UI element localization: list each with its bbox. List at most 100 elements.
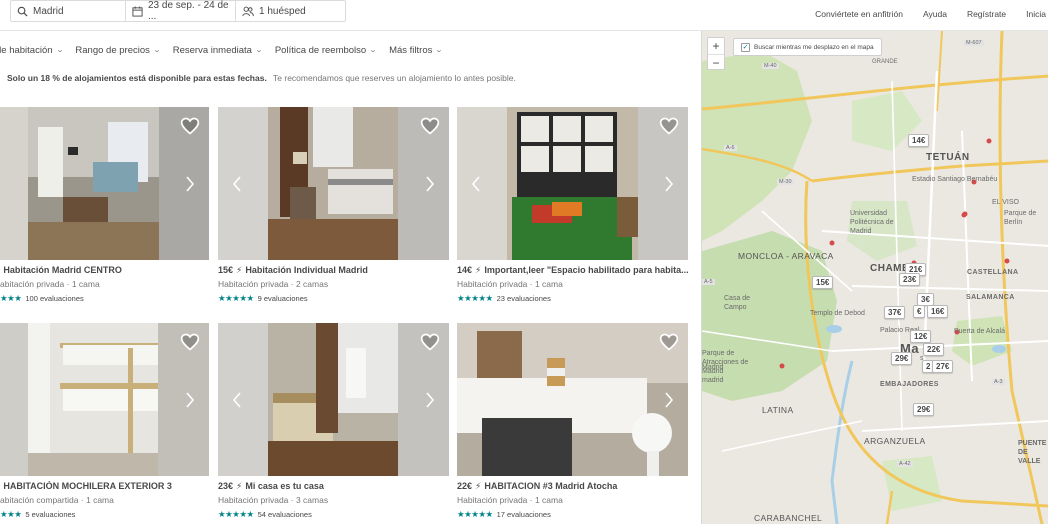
filter-price[interactable]: Rango de precios ⌄	[75, 44, 161, 56]
filter-room-type[interactable]: de habitación ⌄	[0, 44, 64, 56]
chevron-right-icon[interactable]	[183, 392, 197, 408]
map-label: CARABANCHEL	[754, 513, 823, 523]
chevron-right-icon[interactable]	[423, 176, 437, 192]
heart-icon[interactable]	[420, 332, 440, 352]
price-pin[interactable]: 16€	[927, 305, 949, 318]
heart-icon[interactable]	[420, 116, 440, 136]
chevron-right-icon[interactable]	[662, 176, 676, 192]
filter-more[interactable]: Más filtros ⌄	[389, 45, 443, 56]
listing-title[interactable]: ⚡HABITACIÓN MOCHILERA EXTERIOR 3	[0, 481, 209, 492]
listing-photo[interactable]	[457, 107, 688, 260]
dates-field[interactable]: 23 de sep. - 24 de ...	[125, 0, 235, 22]
price-pin[interactable]: 37€	[884, 306, 906, 319]
price-pin[interactable]: 22€	[923, 343, 945, 356]
map-label: ARGANZUELA	[864, 436, 926, 446]
location-field[interactable]: Madrid	[11, 1, 125, 21]
listing-photo-image	[457, 323, 688, 476]
price-pin[interactable]: 14€	[908, 134, 930, 147]
chevron-down-icon: ⌄	[152, 47, 161, 54]
review-count: 54 evaluaciones	[257, 510, 312, 519]
listing-title-text: Habitación Individual Madrid	[245, 265, 368, 275]
filter-instant-book[interactable]: Reserva inmediata ⌄	[173, 45, 264, 56]
checkbox-checked-icon[interactable]: ✓	[741, 42, 750, 52]
map-label: EL VISO	[992, 199, 1019, 206]
chevron-left-icon[interactable]	[230, 392, 244, 408]
bolt-icon: ⚡	[236, 481, 243, 491]
filter-label: de habitación	[0, 44, 53, 56]
map-label: LATINA	[762, 405, 794, 415]
nav-host[interactable]: Conviértete en anfitrión	[815, 9, 903, 19]
price-pin[interactable]: 29€	[913, 403, 935, 416]
listing-title[interactable]: 23€ ⚡ Mi casa es tu casa	[218, 481, 449, 492]
map-label: Estadio Santiago Bernabéu	[912, 176, 998, 183]
listing-photo[interactable]	[218, 323, 449, 476]
chevron-left-icon[interactable]	[230, 176, 244, 192]
listing-photo-image	[218, 323, 449, 476]
review-count: 23 evaluaciones	[496, 294, 551, 303]
map-canvas[interactable]	[702, 31, 1048, 524]
road-shield: A-6	[724, 145, 737, 151]
chevron-right-icon[interactable]	[183, 176, 197, 192]
review-count: 17 evaluaciones	[496, 510, 551, 519]
listing-rating: ★★★★★ 23 evaluaciones	[457, 293, 551, 304]
price-pin[interactable]: 23€	[899, 273, 921, 286]
listing-photo[interactable]	[0, 323, 209, 476]
listing-rating: ★★★★★ 9 evaluaciones	[218, 293, 308, 304]
price-pin[interactable]: 29€	[891, 352, 913, 365]
filter-cancellation[interactable]: Política de reembolso ⌄	[275, 45, 377, 56]
listing-card[interactable]: 23€ ⚡ Mi casa es tu casa Habitación privad…	[218, 323, 449, 519]
map-label: Templo de Debod	[810, 310, 865, 317]
availability-notice: Solo un 18 % de alojamientos está dispon…	[7, 73, 516, 83]
guests-value: 1 huésped	[259, 5, 306, 17]
nav-signup[interactable]: Regístrate	[967, 9, 1006, 19]
zoom-out-button[interactable]: −	[708, 54, 724, 71]
listing-card[interactable]: ⚡Habitación Madrid CENTRO abitación priv…	[0, 107, 209, 303]
search-on-move-toggle[interactable]: ✓ Buscar mientras me desplazo en el mapa	[733, 38, 882, 56]
listing-photo[interactable]	[218, 107, 449, 260]
listing-photo[interactable]	[0, 107, 209, 260]
listing-photo-image	[0, 107, 209, 260]
map-label: Puerta de Alcalá	[954, 328, 1005, 335]
map-label: CASTELLANA	[967, 269, 1019, 276]
search-bar[interactable]: Madrid 23 de sep. - 24 de ... 1 huésped	[10, 0, 346, 22]
map-label: MONCLOA - ARAVACA	[738, 251, 834, 261]
zoom-in-button[interactable]: +	[708, 38, 724, 54]
listing-title[interactable]: 15€ ⚡ Habitación Individual Madrid	[218, 265, 449, 276]
star-rating-icon: ★★★★★	[457, 293, 493, 303]
chevron-left-icon[interactable]	[469, 176, 483, 192]
price-pin[interactable]: 12€	[910, 330, 932, 343]
bolt-icon: ⚡	[475, 481, 482, 491]
star-rating-icon: ★★★	[0, 509, 22, 519]
guests-field[interactable]: 1 huésped	[235, 1, 345, 21]
map-panel[interactable]: + − ✓ Buscar mientras me desplazo en el …	[701, 31, 1048, 524]
map-label: madrid	[702, 377, 724, 384]
filter-label: Rango de precios	[75, 44, 150, 56]
search-on-move-label: Buscar mientras me desplazo en el mapa	[754, 43, 874, 51]
nav-login[interactable]: Inicia	[1026, 9, 1046, 19]
heart-icon[interactable]	[659, 332, 679, 352]
listing-title-text: Mi casa es tu casa	[245, 481, 324, 491]
listing-card[interactable]: 14€ ⚡ Important,leer "Espacio habilitado p…	[457, 107, 688, 303]
listing-card[interactable]: 22€ ⚡ HABITACION #3 Madrid Atocha Habitaci…	[457, 323, 688, 519]
star-rating-icon: ★★★★★	[218, 509, 254, 519]
listing-card[interactable]: 15€ ⚡ Habitación Individual Madrid Habitac…	[218, 107, 449, 303]
calendar-icon	[132, 5, 143, 17]
listing-title[interactable]: 14€ ⚡ Important,leer "Espacio habilitado p…	[457, 265, 688, 276]
heart-icon[interactable]	[180, 332, 200, 352]
heart-icon[interactable]	[180, 116, 200, 136]
chevron-down-icon: ⌄	[254, 47, 264, 54]
price-pin[interactable]: €	[913, 305, 926, 318]
listing-title[interactable]: 22€ ⚡ HABITACION #3 Madrid Atocha	[457, 481, 688, 492]
map-label: GRANDE	[872, 59, 898, 65]
map-label: PUENTE DE VALLE	[1018, 440, 1047, 465]
listing-card[interactable]: ⚡HABITACIÓN MOCHILERA EXTERIOR 3 abitaci…	[0, 323, 209, 519]
nav-help[interactable]: Ayuda	[923, 9, 947, 19]
chevron-right-icon[interactable]	[423, 392, 437, 408]
listing-photo[interactable]	[457, 323, 688, 476]
listing-title[interactable]: ⚡Habitación Madrid CENTRO	[0, 265, 209, 276]
price-pin[interactable]: 27€	[932, 360, 954, 373]
heart-icon[interactable]	[659, 116, 679, 136]
listing-photo-image	[0, 323, 209, 476]
chevron-right-icon[interactable]	[662, 392, 676, 408]
price-pin[interactable]: 15€	[812, 276, 834, 289]
